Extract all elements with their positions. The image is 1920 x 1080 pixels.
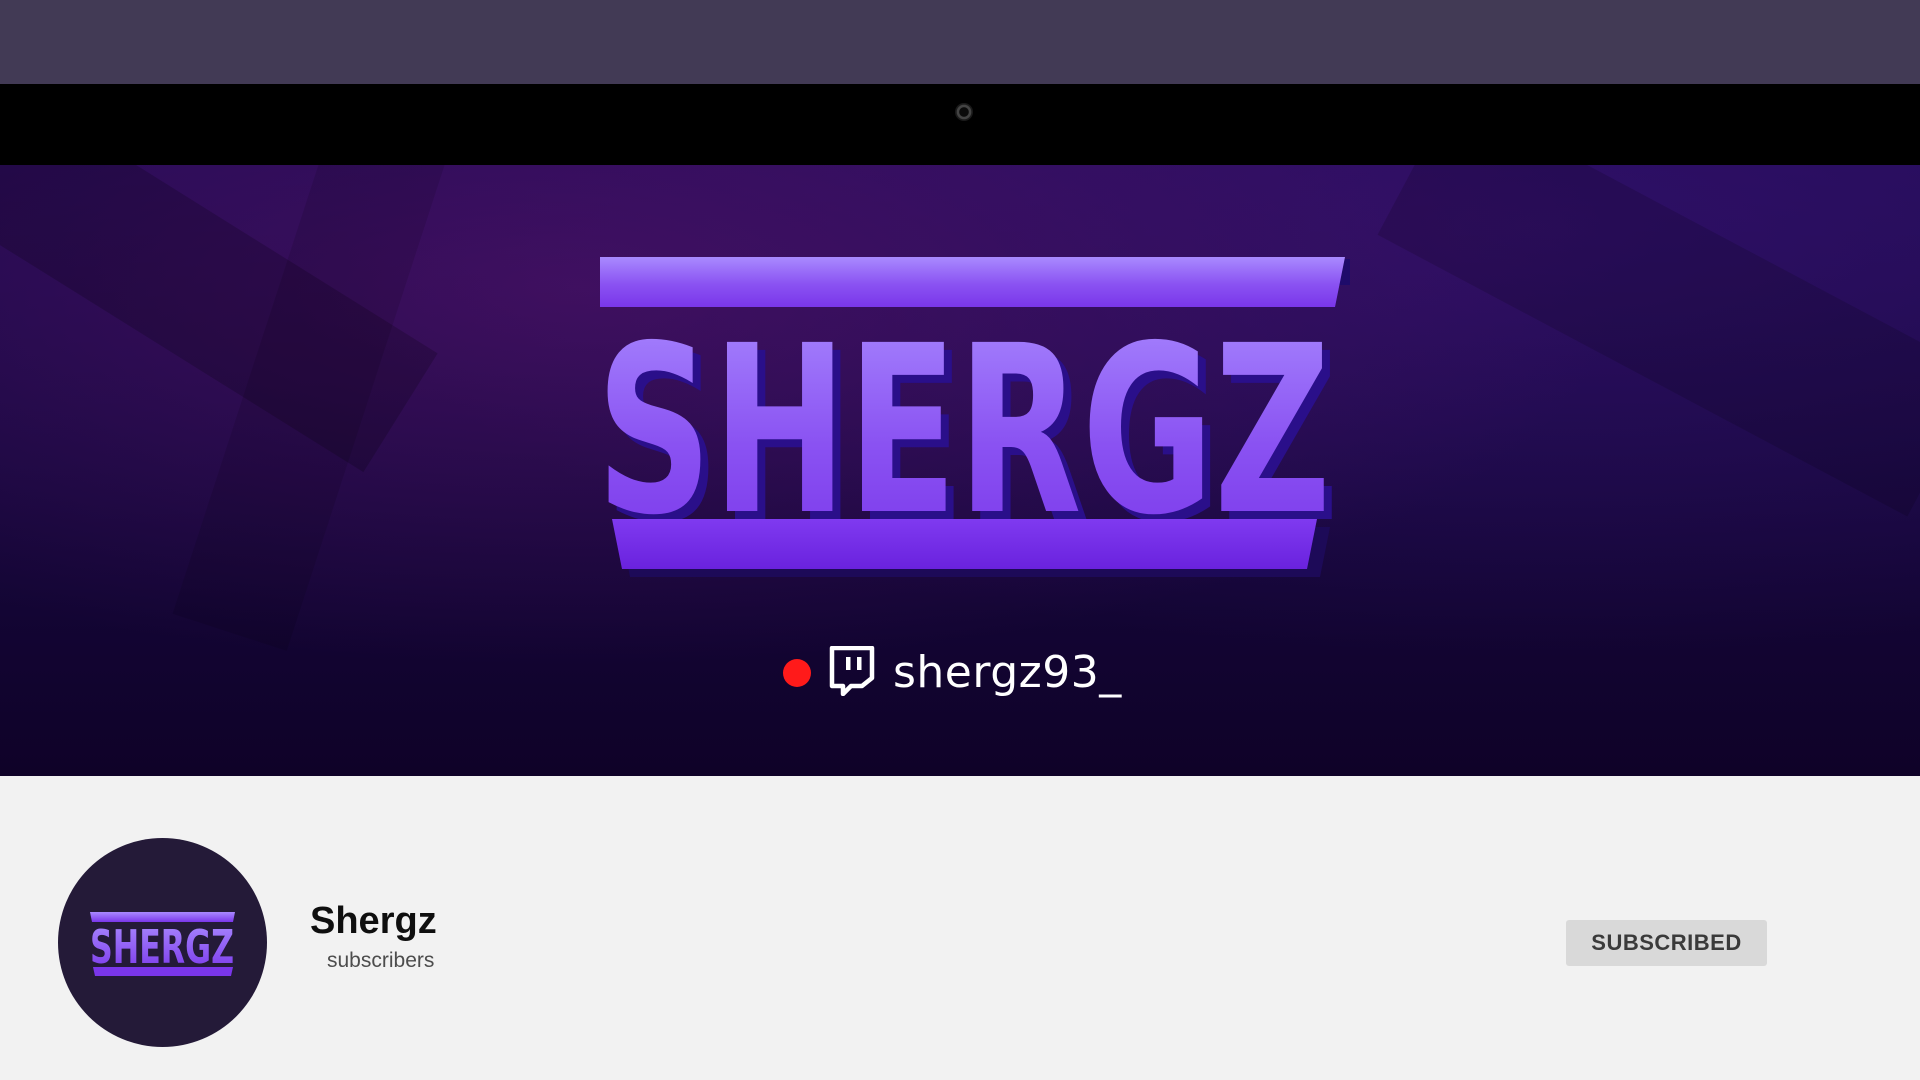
banner-logo: SHERGZ SHERGZ (596, 257, 1352, 647)
channel-banner: SHERGZ SHERGZ shergz93_ (0, 165, 1920, 776)
subscribed-button[interactable]: SUBSCRIBED (1566, 920, 1767, 966)
live-stream-link[interactable]: shergz93_ (783, 643, 1122, 703)
subscriber-count: subscribers (327, 949, 435, 972)
avatar-logo-text: SHERGZ (90, 920, 234, 974)
channel-name: Shergz (310, 900, 437, 942)
live-indicator-icon (783, 659, 811, 687)
banner-shard (1377, 165, 1920, 517)
twitch-handle: shergz93_ (893, 647, 1122, 698)
channel-avatar[interactable]: SHERGZ (58, 838, 267, 1047)
camera-icon (955, 103, 973, 121)
twitch-icon (829, 645, 875, 701)
top-bar (0, 0, 1920, 84)
camera-bar (0, 84, 1920, 165)
